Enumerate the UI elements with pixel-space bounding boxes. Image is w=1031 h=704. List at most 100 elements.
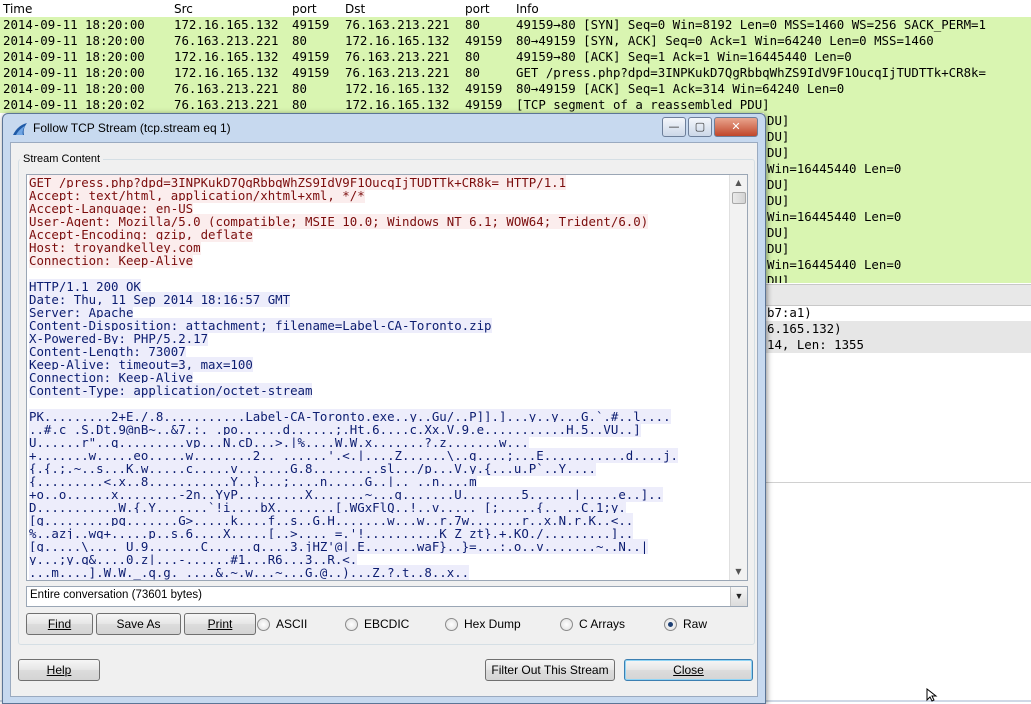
packet-cell-dst: 76.163.213.221 — [345, 65, 450, 80]
packet-list-header: Time Src port Dst port Info — [0, 0, 1031, 18]
close-window-button[interactable]: ✕ — [714, 117, 758, 137]
packet-row[interactable]: 2014-09-11 18:20:00 76.163.213.221 80 172.1… — [0, 33, 1031, 49]
mouse-cursor-icon — [926, 688, 938, 702]
packet-detail-line[interactable]: 14, Len: 1355 — [764, 337, 1031, 353]
find-button[interactable]: Find — [26, 613, 93, 635]
radio-label[interactable]: Raw — [683, 613, 707, 635]
col-src-port-header[interactable]: port — [292, 2, 317, 16]
col-time-header[interactable]: Time — [3, 2, 32, 16]
packet-cell-info: [TCP segment of a reassembled PDU] — [516, 97, 770, 112]
packet-details: b7:a1) 6.165.132) 14, Len: 1355 — [764, 305, 1031, 353]
radio-label[interactable]: C Arrays — [579, 613, 625, 635]
packet-cell-sport: 49159 — [292, 49, 330, 64]
col-src-header[interactable]: Src — [174, 2, 193, 16]
packet-row-fragment[interactable]: DU] — [764, 145, 1031, 161]
vertical-scrollbar[interactable]: ▲ ▼ — [729, 175, 747, 580]
packet-cell-src: 76.163.213.221 — [174, 81, 279, 96]
packet-row-fragment[interactable]: DU] — [764, 177, 1031, 193]
server-response-line: Date: Thu, 11 Sep 2014 18:16:57 GMT — [29, 292, 291, 307]
minimize-icon: — — [668, 120, 680, 133]
follow-tcp-stream-dialog: Follow TCP Stream (tcp.stream eq 1) — ▢ … — [2, 113, 766, 704]
packet-list: 2014-09-11 18:20:00 172.16.165.132 49159 76… — [0, 17, 1031, 113]
packet-row-fragment[interactable]: Win=16445440 Len=0 — [764, 209, 1031, 225]
col-dst-port-header[interactable]: port — [465, 2, 490, 16]
chevron-down-icon[interactable]: ▼ — [730, 587, 747, 606]
col-info-header[interactable]: Info — [516, 2, 539, 16]
packet-row-fragment[interactable]: DU] — [764, 113, 1031, 129]
save-as-button[interactable]: Save As — [96, 613, 181, 635]
packet-cell-sport: 49159 — [292, 17, 330, 32]
packet-cell-time: 2014-09-11 18:20:00 — [3, 49, 145, 64]
title-bar[interactable]: Follow TCP Stream (tcp.stream eq 1) — ▢ … — [3, 114, 765, 142]
packet-cell-dst: 76.163.213.221 — [345, 49, 450, 64]
find-button-label: Find — [47, 617, 72, 631]
radio-dot-icon[interactable] — [664, 618, 677, 631]
packet-row-fragment[interactable]: DU] — [764, 241, 1031, 257]
packet-cell-dport: 80 — [465, 17, 480, 32]
packet-cell-sport: 80 — [292, 97, 307, 112]
print-button-label: Print — [207, 617, 233, 631]
scroll-thumb[interactable] — [732, 192, 746, 204]
dialog-client-area: Stream Content GET /press.php?dpd=3INPKu… — [10, 142, 758, 697]
maximize-icon: ▢ — [694, 120, 706, 133]
packet-row-fragment[interactable]: DU] — [764, 225, 1031, 241]
maximize-button[interactable]: ▢ — [688, 117, 712, 137]
packet-cell-src: 172.16.165.132 — [174, 49, 279, 64]
packet-detail-line[interactable]: 6.165.132) — [764, 321, 1031, 337]
stream-text[interactable]: GET /press.php?dpd=3INPKukD7QgRbbqWhZS9I… — [29, 175, 727, 580]
filter-out-stream-button[interactable]: Filter Out This Stream — [485, 659, 615, 681]
packet-cell-time: 2014-09-11 18:20:00 — [3, 81, 145, 96]
packet-detail-line[interactable]: b7:a1) — [764, 305, 1031, 321]
wireshark-fin-icon — [13, 123, 27, 135]
packet-row-fragment[interactable]: DU] — [764, 129, 1031, 145]
client-request-line: Connection: Keep-Alive — [29, 253, 194, 268]
packet-row[interactable]: 2014-09-11 18:20:00 172.16.165.132 49159 76… — [0, 17, 1031, 33]
scroll-down-icon[interactable]: ▼ — [730, 564, 747, 580]
packet-cell-src: 76.163.213.221 — [174, 97, 279, 112]
filter-out-stream-label: Filter Out This Stream — [491, 663, 609, 677]
server-response-line: Content-Type: application/octet-stream — [29, 383, 313, 398]
packet-cell-src: 76.163.213.221 — [174, 33, 279, 48]
col-dst-header[interactable]: Dst — [345, 2, 365, 16]
pane-divider — [764, 482, 1031, 483]
radio-dot-icon[interactable] — [445, 618, 458, 631]
packet-cell-dport: 49159 — [465, 33, 503, 48]
pane-splitter[interactable] — [764, 284, 1031, 306]
packet-cell-time: 2014-09-11 18:20:00 — [3, 65, 145, 80]
save-as-button-label: Save As — [116, 617, 161, 631]
print-button[interactable]: Print — [184, 613, 256, 635]
packet-cell-dst: 76.163.213.221 — [345, 17, 450, 32]
packet-row[interactable]: 2014-09-11 18:20:00 172.16.165.132 49159 76… — [0, 49, 1031, 65]
packet-row-fragment[interactable]: Win=16445440 Len=0 — [764, 161, 1031, 177]
conversation-select-value: Entire conversation (73601 bytes) — [30, 589, 202, 601]
radio-dot-icon[interactable] — [257, 618, 270, 631]
packet-row[interactable]: 2014-09-11 18:20:02 76.163.213.221 80 172.1… — [0, 97, 1031, 113]
close-button[interactable]: Close — [624, 659, 753, 681]
server-response-line: ...m....].W.W._.q.g. ....&.~.w...~...G.@… — [29, 565, 470, 580]
packet-cell-sport: 80 — [292, 33, 307, 48]
packet-cell-dport: 49159 — [465, 97, 503, 112]
packet-row[interactable]: 2014-09-11 18:20:00 172.16.165.132 49159 76… — [0, 65, 1031, 81]
radio-label[interactable]: EBCDIC — [364, 613, 409, 635]
packet-cell-sport: 80 — [292, 81, 307, 96]
scroll-up-icon[interactable]: ▲ — [730, 175, 747, 191]
conversation-select[interactable]: Entire conversation (73601 bytes) ▼ — [26, 586, 748, 607]
minimize-button[interactable]: — — [662, 117, 686, 137]
radio-label[interactable]: Hex Dump — [464, 613, 521, 635]
packet-row-fragment[interactable]: DU] — [764, 193, 1031, 209]
help-button[interactable]: Help — [18, 659, 100, 681]
packet-cell-time: 2014-09-11 18:20:00 — [3, 17, 145, 32]
radio-label[interactable]: ASCII — [276, 613, 307, 635]
packet-cell-sport: 49159 — [292, 65, 330, 80]
packet-row-fragment[interactable]: Win=16445440 Len=0 — [764, 257, 1031, 273]
packet-row[interactable]: 2014-09-11 18:20:00 76.163.213.221 80 172.1… — [0, 81, 1031, 97]
packet-cell-dport: 80 — [465, 49, 480, 64]
packet-cell-info: 80→49159 [ACK] Seq=1 Ack=314 Win=64240 L… — [516, 81, 845, 96]
packet-row-fragment[interactable]: DU] — [764, 273, 1031, 283]
close-button-label: Close — [673, 663, 704, 677]
stream-content-textview[interactable]: GET /press.php?dpd=3INPKukD7QgRbbqWhZS9I… — [26, 174, 748, 581]
radio-dot-icon[interactable] — [345, 618, 358, 631]
packet-cell-time: 2014-09-11 18:20:00 — [3, 33, 145, 48]
radio-dot-icon[interactable] — [560, 618, 573, 631]
packet-cell-info: GET /press.php?dpd=3INPKukD7QgRbbqWhZS9I… — [516, 65, 986, 80]
